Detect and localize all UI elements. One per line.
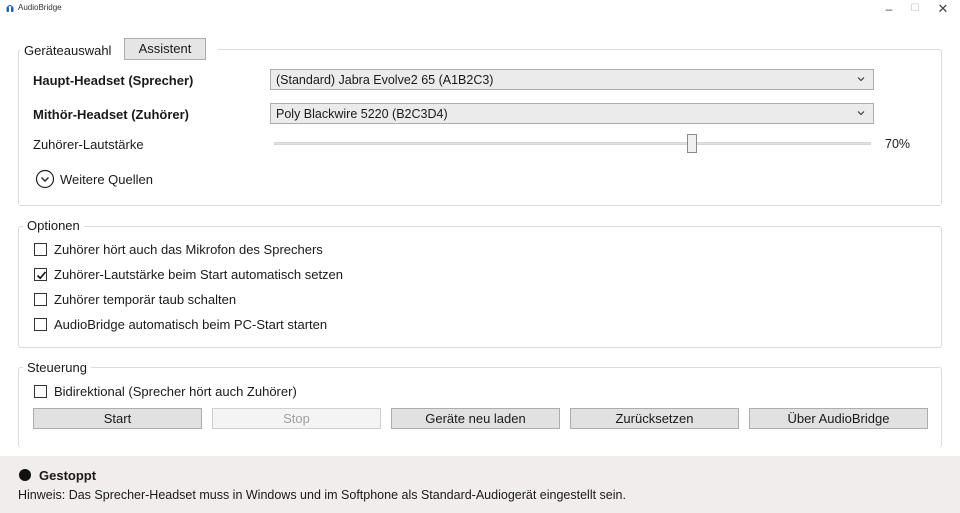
chevron-down-icon [857,111,865,116]
expand-circle-icon[interactable] [35,169,55,189]
reset-button[interactable]: Zurücksetzen [570,408,739,429]
app-icon [6,5,14,12]
status-state: Gestoppt [39,468,97,483]
status-dot-icon [19,469,31,481]
check-icon [36,271,47,280]
window-title: AudioBridge [18,3,62,12]
assistant-tab[interactable]: Assistent [124,38,206,60]
more-sources-toggle[interactable]: Weitere Quellen [60,172,153,187]
listen-headset-label: Mithör-Headset (Zuhörer) [33,107,189,122]
title-bar[interactable]: AudioBridge – ☐ ✕ [0,0,960,18]
status-bar [0,456,960,513]
main-headset-value: (Standard) Jabra Evolve2 65 (A1B2C3) [276,73,494,87]
maximize-button[interactable]: ☐ [904,0,926,18]
main-headset-label: Haupt-Headset (Sprecher) [33,73,194,88]
volume-slider-track[interactable] [274,142,871,145]
start-button[interactable]: Start [33,408,202,429]
stop-button[interactable]: Stop [212,408,381,429]
about-button[interactable]: Über AudioBridge [749,408,928,429]
listen-headset-value: Poly Blackwire 5220 (B2C3D4) [276,107,448,121]
bidirectional-checkbox[interactable] [34,385,47,398]
volume-label: Zuhörer-Lautstärke [33,137,144,152]
chevron-down-icon [857,77,865,82]
options-title: Optionen [23,218,84,233]
bidirectional-label: Bidirektional (Sprecher hört auch Zuhöre… [54,384,297,399]
minimize-button[interactable]: – [878,0,900,18]
control-title: Steuerung [23,360,91,375]
option-checkbox[interactable] [34,318,47,331]
option-label: Zuhörer-Lautstärke beim Start automatisc… [54,267,344,282]
option-checkbox[interactable] [34,293,47,306]
option-label: Zuhörer temporär taub schalten [54,292,237,307]
volume-slider-thumb[interactable] [687,134,697,153]
device-selection-header: Geräteauswahl Assistent [20,38,218,60]
option-label: AudioBridge automatisch beim PC-Start st… [54,317,328,332]
close-button[interactable]: ✕ [932,0,954,18]
volume-value: 70% [885,137,911,151]
device-selection-title: Geräteauswahl [24,43,112,58]
reload-devices-button[interactable]: Geräte neu laden [391,408,560,429]
main-headset-select[interactable]: (Standard) Jabra Evolve2 65 (A1B2C3) [270,69,874,90]
option-checkbox[interactable] [34,268,47,281]
status-hint: Hinweis: Das Sprecher-Headset muss in Wi… [18,488,626,502]
option-checkbox[interactable] [34,243,47,256]
option-label: Zuhörer hört auch das Mikrofon des Sprec… [54,242,323,257]
listen-headset-select[interactable]: Poly Blackwire 5220 (B2C3D4) [270,103,874,124]
